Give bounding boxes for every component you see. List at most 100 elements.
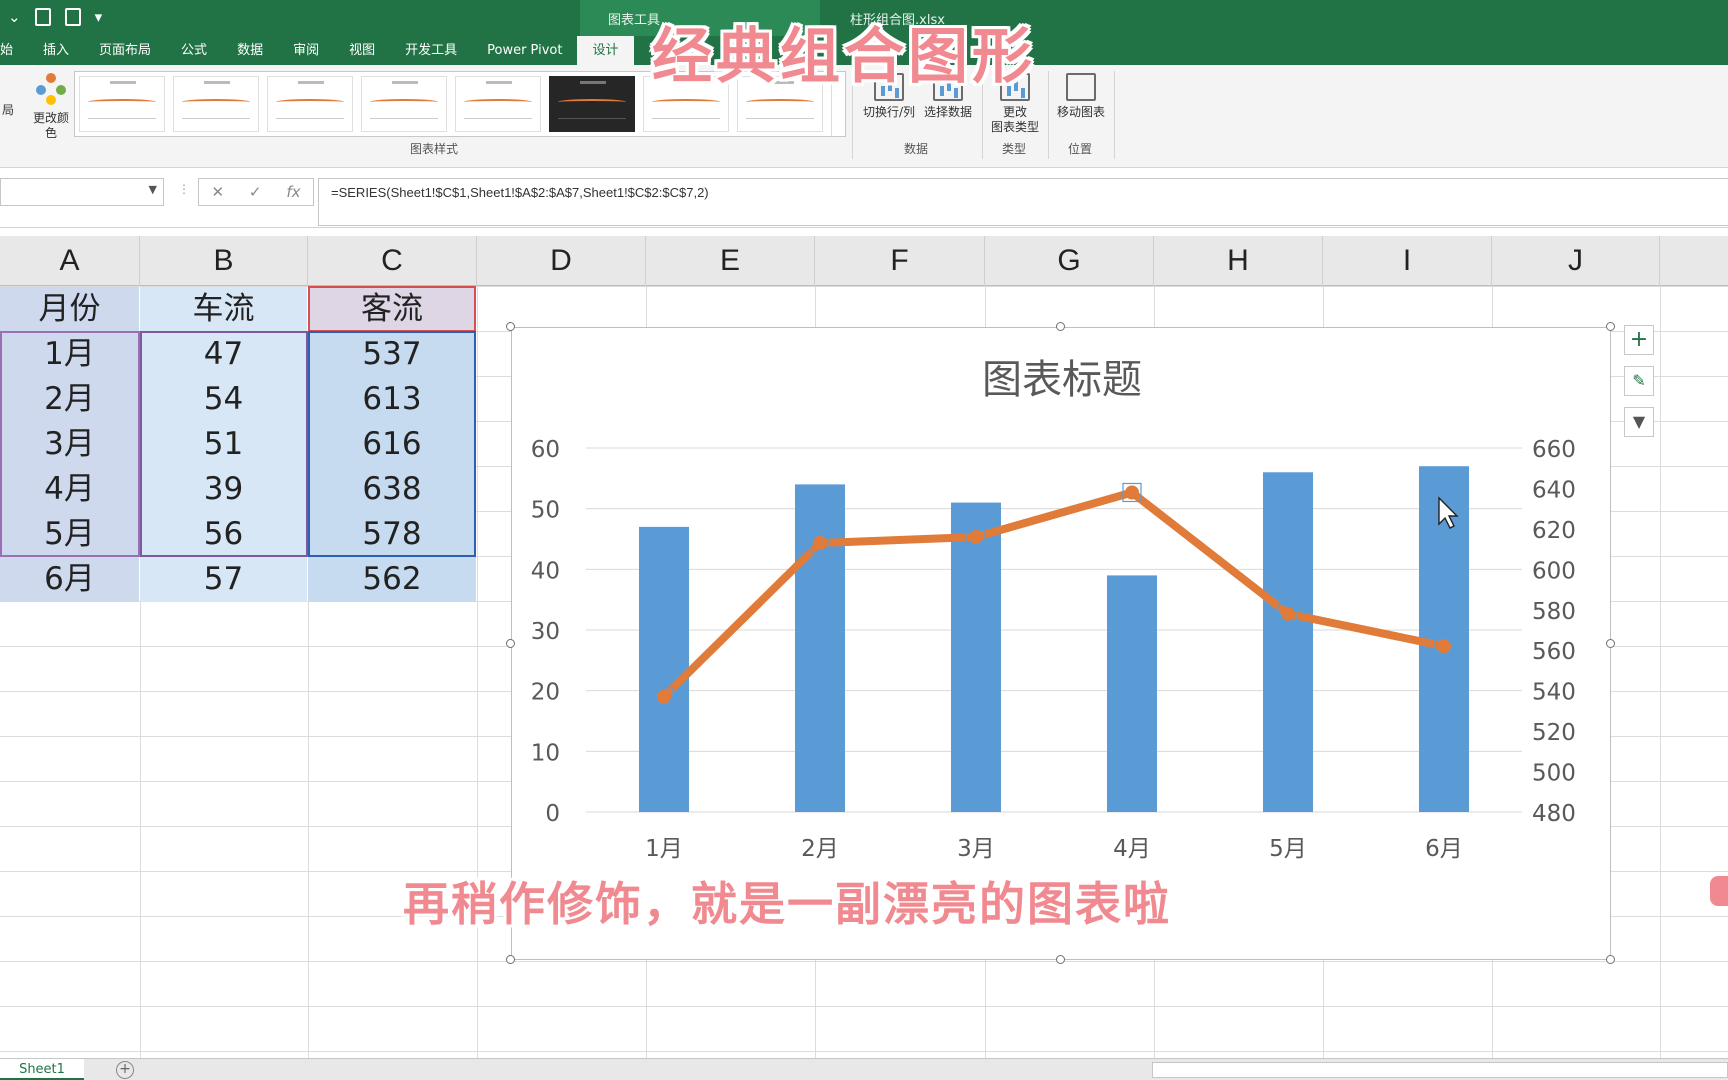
chart-filter-icon[interactable]: ▼ — [1624, 407, 1654, 437]
insert-function-icon[interactable]: fx — [286, 183, 300, 201]
name-box[interactable]: ▼ — [0, 178, 164, 206]
ribbon-tab-4[interactable]: 数据 — [222, 36, 278, 65]
ribbon-tab-8[interactable]: Power Pivot — [472, 36, 577, 65]
ribbon-tab-7[interactable]: 开发工具 — [390, 36, 472, 65]
add-sheet-icon[interactable]: + — [116, 1061, 134, 1079]
resize-handle[interactable] — [1606, 955, 1615, 964]
primary-axis-tick-label: 40 — [531, 558, 560, 584]
resize-handle[interactable] — [506, 322, 515, 331]
chart-style-1[interactable] — [79, 76, 165, 132]
column-header-h[interactable]: H — [1154, 236, 1323, 286]
secondary-axis-tick-label: 560 — [1532, 639, 1576, 665]
ribbon-tab-9[interactable]: 设计 — [577, 36, 634, 65]
change-colors-icon — [34, 73, 68, 107]
column-header-f[interactable]: F — [815, 236, 985, 286]
select-data-label: 选择数据 — [923, 105, 972, 119]
primary-axis-tick-label: 50 — [531, 498, 560, 524]
grid-row-line — [0, 1006, 1728, 1007]
chart-style-4[interactable] — [361, 76, 447, 132]
resize-handle[interactable] — [1056, 955, 1065, 964]
formula-bar: ▼ ⋮ ✕ ✓ fx =SERIES(Sheet1!$C$1,Sheet1!$A… — [0, 170, 1728, 228]
move-chart-icon — [1066, 73, 1096, 101]
column-header-c[interactable]: C — [308, 236, 477, 286]
grid-row-line — [0, 1051, 1728, 1052]
sheet-tab-sheet1[interactable]: Sheet1 — [0, 1059, 84, 1080]
quick-layout-button[interactable]: 局 — [0, 103, 16, 118]
ribbon-tab-1[interactable]: 插入 — [28, 36, 84, 65]
column-header-b[interactable]: B — [140, 236, 308, 286]
move-chart-label: 移动图表 — [1056, 105, 1105, 119]
type-group-label: 类型 — [1002, 142, 1027, 156]
chart-style-2[interactable] — [173, 76, 259, 132]
table-header-cell[interactable]: 车流 — [140, 287, 307, 332]
table-cell[interactable]: 57 — [140, 557, 307, 602]
cancel-icon[interactable]: ✕ — [211, 183, 224, 201]
line-point-5月 — [1281, 606, 1295, 621]
ribbon-tab-5[interactable]: 审阅 — [278, 36, 334, 65]
chart-styles-group-label: 图表样式 — [410, 142, 459, 156]
enter-icon[interactable]: ✓ — [249, 183, 262, 201]
formula-buttons: ✕ ✓ fx — [198, 178, 314, 206]
resize-handle[interactable] — [1056, 322, 1065, 331]
print-preview-icon[interactable] — [64, 8, 81, 26]
bar-4月 — [1107, 575, 1157, 812]
line-point-3月 — [969, 529, 983, 544]
data-group-label: 数据 — [904, 142, 929, 156]
secondary-axis-tick-label: 500 — [1532, 761, 1576, 787]
primary-axis-tick-label: 20 — [531, 680, 560, 706]
change-type-label-2: 图表类型 — [990, 120, 1039, 134]
bar-1月 — [639, 526, 689, 812]
new-file-icon[interactable] — [34, 8, 51, 26]
undo-icon[interactable]: ⌄ — [8, 8, 21, 26]
secondary-axis-tick-label: 540 — [1532, 680, 1576, 706]
formula-input[interactable]: =SERIES(Sheet1!$C$1,Sheet1!$A$2:$A$7,She… — [318, 178, 1728, 226]
change-colors-button[interactable]: 更改颜色 — [30, 73, 72, 141]
primary-axis-tick-label: 30 — [531, 619, 560, 645]
column-header-a[interactable]: A — [0, 236, 140, 286]
switch-row-col-label: 切换行/列 — [862, 105, 916, 119]
category-label: 2月 — [801, 836, 839, 862]
category-label: 1月 — [645, 836, 683, 862]
formula-bar-grip-icon: ⋮ — [178, 182, 190, 196]
column-header-i[interactable]: I — [1323, 236, 1492, 286]
secondary-axis-tick-label: 520 — [1532, 720, 1576, 746]
resize-handle[interactable] — [506, 638, 515, 648]
table-header-cell[interactable]: 月份 — [0, 287, 139, 332]
range-highlight-border — [0, 331, 140, 557]
ribbon-tab-6[interactable]: 视图 — [334, 36, 390, 65]
line-point-2月 — [813, 536, 827, 551]
chart-style-5[interactable] — [455, 76, 541, 132]
chart-style-6[interactable] — [549, 76, 635, 132]
ribbon-tab-3[interactable]: 公式 — [166, 36, 222, 65]
range-highlight-border — [140, 331, 308, 557]
ribbon-tab-0[interactable]: 始 — [0, 36, 28, 65]
resize-handle[interactable] — [1606, 322, 1615, 331]
move-chart-button[interactable]: 移动图表 — [1052, 73, 1110, 120]
resize-handle[interactable] — [506, 955, 515, 964]
resize-handle[interactable] — [1606, 638, 1615, 648]
secondary-axis-tick-label: 660 — [1532, 437, 1576, 463]
name-box-dropdown-icon[interactable]: ▼ — [149, 183, 157, 196]
group-separator — [1048, 71, 1049, 159]
table-cell[interactable]: 6月 — [0, 557, 139, 602]
category-label: 3月 — [957, 836, 995, 862]
video-overlay-subtitle: 再稍作修饰，就是一副漂亮的图表啦 — [403, 877, 1171, 931]
chart-styles-icon[interactable]: ✎ — [1624, 366, 1654, 396]
column-header-j[interactable]: J — [1492, 236, 1660, 286]
customize-qat-icon[interactable]: ▾ — [95, 8, 103, 26]
line-point-4月 — [1125, 485, 1139, 500]
line-point-6月 — [1437, 639, 1451, 654]
sheet-bar: Sheet1 + — [0, 1058, 1728, 1080]
combo-chart[interactable]: 图表标题 0 10 20 30 40 50 60 480 500 520 540 560 580 600 62… — [511, 327, 1611, 960]
table-cell[interactable]: 562 — [308, 557, 476, 602]
horizontal-scrollbar[interactable] — [1152, 1062, 1728, 1078]
column-header-e[interactable]: E — [646, 236, 815, 286]
grid-row-line — [0, 961, 1728, 962]
chart-elements-icon[interactable]: + — [1624, 325, 1654, 355]
column-header-d[interactable]: D — [477, 236, 646, 286]
ribbon-tab-2[interactable]: 页面布局 — [84, 36, 166, 65]
chart-style-3[interactable] — [267, 76, 353, 132]
line-series-passenger — [660, 488, 1448, 701]
group-separator — [1114, 71, 1115, 159]
column-header-g[interactable]: G — [985, 236, 1154, 286]
